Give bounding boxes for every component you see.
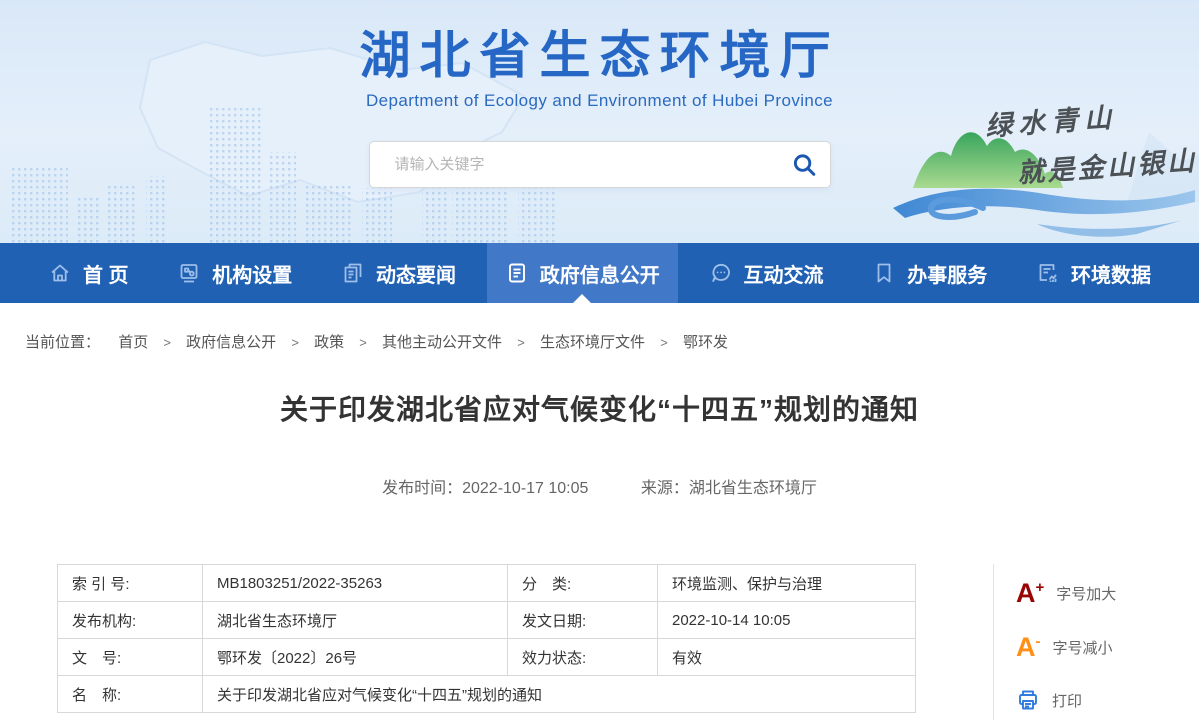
document-icon <box>505 261 529 285</box>
bookmark-icon <box>872 261 896 285</box>
info-label: 索 引 号: <box>58 565 203 602</box>
slogan-line-1: 绿水青山 <box>984 95 1118 143</box>
nav-item-gov-info-disclosure[interactable]: 政府信息公开 <box>487 243 678 303</box>
document-info-table: 索 引 号: MB1803251/2022-35263 分 类: 环境监测、保护… <box>57 564 916 713</box>
nav-item-label: 环境数据 <box>1071 259 1151 288</box>
search-box <box>369 141 831 188</box>
breadcrumb-label: 当前位置： <box>25 334 100 351</box>
nav-item-label: 首 页 <box>83 259 129 288</box>
publish-time-label: 发布时间： <box>382 480 462 497</box>
font-decrease-icon: A- <box>1016 634 1041 661</box>
main-nav: 首 页 机构设置 动态要闻 政府信息公开 <box>0 243 1199 303</box>
site-subtitle-english: Department of Ecology and Environment of… <box>320 91 880 111</box>
article-title: 关于印发湖北省应对气候变化“十四五”规划的通知 <box>0 388 1199 428</box>
search-input[interactable] <box>370 142 830 187</box>
table-row: 发布机构: 湖北省生态环境厅 发文日期: 2022-10-14 10:05 <box>58 602 916 639</box>
nav-item-label: 互动交流 <box>744 259 824 288</box>
page: 湖北省生态环境厅 Department of Ecology and Envir… <box>0 0 1199 720</box>
breadcrumb-separator: > <box>291 335 299 350</box>
font-decrease-button[interactable]: A- 字号减小 <box>1016 634 1163 661</box>
article-meta: 发布时间：2022-10-17 10:05 来源：湖北省生态环境厅 <box>0 474 1199 498</box>
site-header: 湖北省生态环境厅 Department of Ecology and Envir… <box>0 0 1199 243</box>
breadcrumb: 当前位置： 首页 > 政府信息公开 > 政策 > 其他主动公开文件 > 生态环境… <box>0 303 1199 362</box>
article-tools-sidebar: A+ 字号加大 A- 字号减小 打印 <box>993 564 1163 720</box>
info-label: 文 号: <box>58 639 203 676</box>
breadcrumb-link[interactable]: 鄂环发 <box>683 334 728 351</box>
document-info-section: 索 引 号: MB1803251/2022-35263 分 类: 环境监测、保护… <box>57 564 1199 720</box>
nav-item-news[interactable]: 动态要闻 <box>323 243 474 303</box>
nav-item-env-data[interactable]: 环境数据 <box>1018 243 1169 303</box>
nav-item-services[interactable]: 办事服务 <box>854 243 1005 303</box>
search-button[interactable] <box>791 151 818 178</box>
info-value: 2022-10-14 10:05 <box>658 602 916 639</box>
breadcrumb-link[interactable]: 生态环境厅文件 <box>540 334 645 351</box>
nav-item-label: 政府信息公开 <box>540 259 660 288</box>
font-increase-icon: A+ <box>1016 580 1044 607</box>
nav-item-home[interactable]: 首 页 <box>30 243 147 303</box>
breadcrumb-link[interactable]: 政策 <box>314 334 344 351</box>
breadcrumb-separator: > <box>660 335 668 350</box>
info-label: 名 称: <box>58 676 203 713</box>
news-icon <box>341 261 365 285</box>
info-label: 发布机构: <box>58 602 203 639</box>
info-value: 湖北省生态环境厅 <box>203 602 508 639</box>
data-chart-icon <box>1036 261 1060 285</box>
info-value: 鄂环发〔2022〕26号 <box>203 639 508 676</box>
table-row: 名 称: 关于印发湖北省应对气候变化“十四五”规划的通知 <box>58 676 916 713</box>
source-value: 湖北省生态环境厅 <box>689 480 817 497</box>
info-label: 发文日期: <box>508 602 658 639</box>
header-branding: 湖北省生态环境厅 Department of Ecology and Envir… <box>320 28 880 188</box>
search-icon <box>791 151 818 178</box>
font-increase-button[interactable]: A+ 字号加大 <box>1016 580 1163 607</box>
breadcrumb-separator: > <box>517 335 525 350</box>
info-value: 关于印发湖北省应对气候变化“十四五”规划的通知 <box>203 676 916 713</box>
source-label: 来源： <box>641 480 689 497</box>
nav-item-org-setup[interactable]: 机构设置 <box>159 243 310 303</box>
info-value: 环境监测、保护与治理 <box>658 565 916 602</box>
nav-item-label: 动态要闻 <box>376 259 456 288</box>
table-row: 文 号: 鄂环发〔2022〕26号 效力状态: 有效 <box>58 639 916 676</box>
info-label: 效力状态: <box>508 639 658 676</box>
breadcrumb-link[interactable]: 其他主动公开文件 <box>382 334 502 351</box>
print-button[interactable]: 打印 <box>1016 688 1163 712</box>
home-icon <box>48 261 72 285</box>
breadcrumb-link[interactable]: 政府信息公开 <box>186 334 276 351</box>
org-icon <box>177 261 201 285</box>
nav-item-interaction[interactable]: 互动交流 <box>691 243 842 303</box>
breadcrumb-separator: > <box>359 335 367 350</box>
info-label: 分 类: <box>508 565 658 602</box>
info-value: 有效 <box>658 639 916 676</box>
slogan-line-2: 就是金山银山 <box>1016 139 1198 190</box>
breadcrumb-separator: > <box>163 335 171 350</box>
nav-item-label: 办事服务 <box>907 259 987 288</box>
publish-time: 2022-10-17 10:05 <box>462 480 588 497</box>
nav-item-label: 机构设置 <box>212 259 292 288</box>
breadcrumb-link[interactable]: 首页 <box>118 334 148 351</box>
chat-bubble-icon <box>709 261 733 285</box>
table-row: 索 引 号: MB1803251/2022-35263 分 类: 环境监测、保护… <box>58 565 916 602</box>
info-value: MB1803251/2022-35263 <box>203 565 508 602</box>
site-title: 湖北省生态环境厅 <box>320 28 880 84</box>
green-mountains-slogan-decoration: 绿水青山 就是金山银山 <box>887 92 1199 243</box>
font-decrease-label: 字号减小 <box>1053 637 1113 658</box>
font-increase-label: 字号加大 <box>1056 583 1116 604</box>
print-label: 打印 <box>1052 690 1082 711</box>
printer-icon <box>1016 688 1040 712</box>
